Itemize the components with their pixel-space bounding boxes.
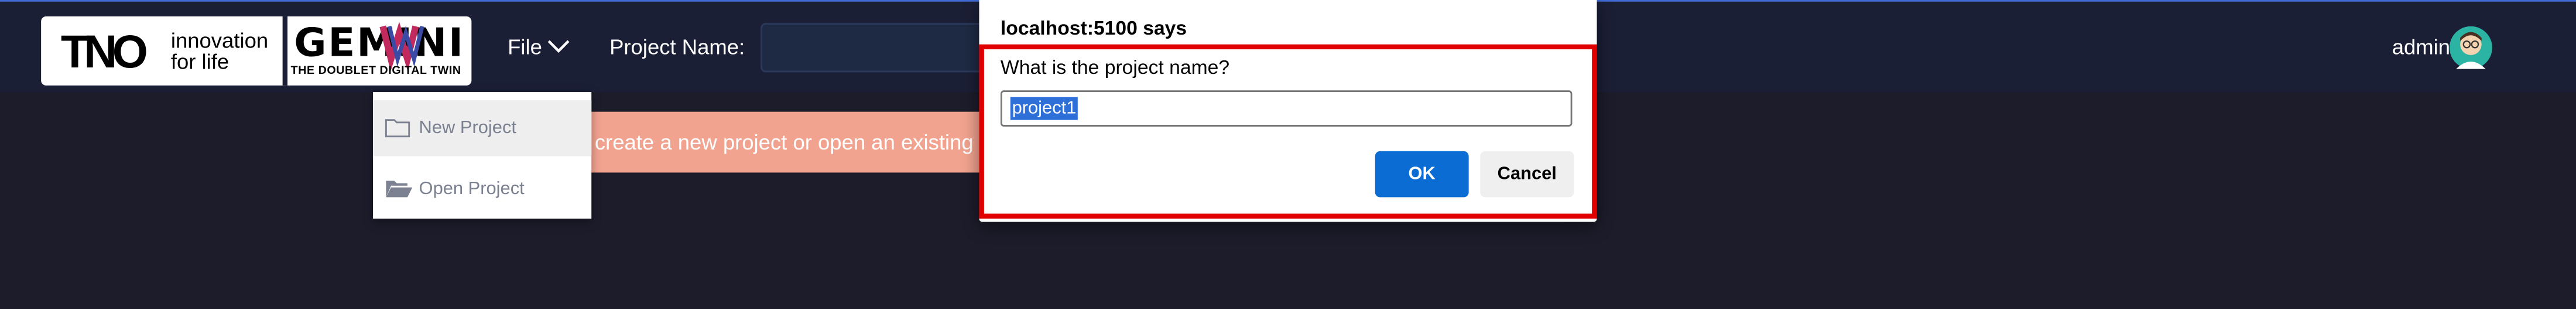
dialog-prompt: What is the project name? [1000,56,1230,79]
app-root: TNO innovation for life GEMINI THE DOUBL… [0,0,2576,309]
selected-input-text: project1 [1010,97,1078,120]
notice-banner: create a new project or open an existing… [578,111,1006,173]
menu-item-new-project[interactable]: New Project [372,100,592,157]
chevron-down-icon [547,40,570,53]
project-name-label: Project Name: [609,34,745,59]
ok-button[interactable]: OK [1375,151,1469,198]
prompt-dialog: localhost:5100 says What is the project … [979,0,1597,222]
folder-icon [385,119,410,138]
gemini-logo-subtitle: THE DOUBLET DIGITAL TWIN [290,66,461,77]
menu-item-label: Open Project [419,179,525,199]
user-name[interactable]: admin [2392,31,2450,64]
gemini-logo: GEMINI THE DOUBLET DIGITAL TWIN [287,16,471,86]
folder-open-icon [386,181,413,198]
tno-logo-text: TNO [60,26,148,77]
project-name-field[interactable]: project1 [1000,90,1573,127]
notice-banner-text: create a new project or open an existing… [594,130,1006,155]
menu-item-open-project[interactable]: Open Project [373,161,591,217]
user-avatar-icon[interactable] [2449,26,2492,69]
menu-item-label: New Project [419,118,516,138]
logo: TNO innovation for life GEMINI THE DOUBL… [41,16,472,86]
tno-tagline: innovation for life [170,28,269,74]
project-name-input[interactable] [761,23,991,73]
file-dropdown-menu: New Project Open Project [372,91,592,219]
file-menu-label: File [508,34,542,59]
dialog-title: localhost:5100 says [1000,16,1187,40]
logo-divider [282,16,288,86]
file-menu-button[interactable]: File [508,31,570,64]
cancel-button[interactable]: Cancel [1480,151,1574,198]
